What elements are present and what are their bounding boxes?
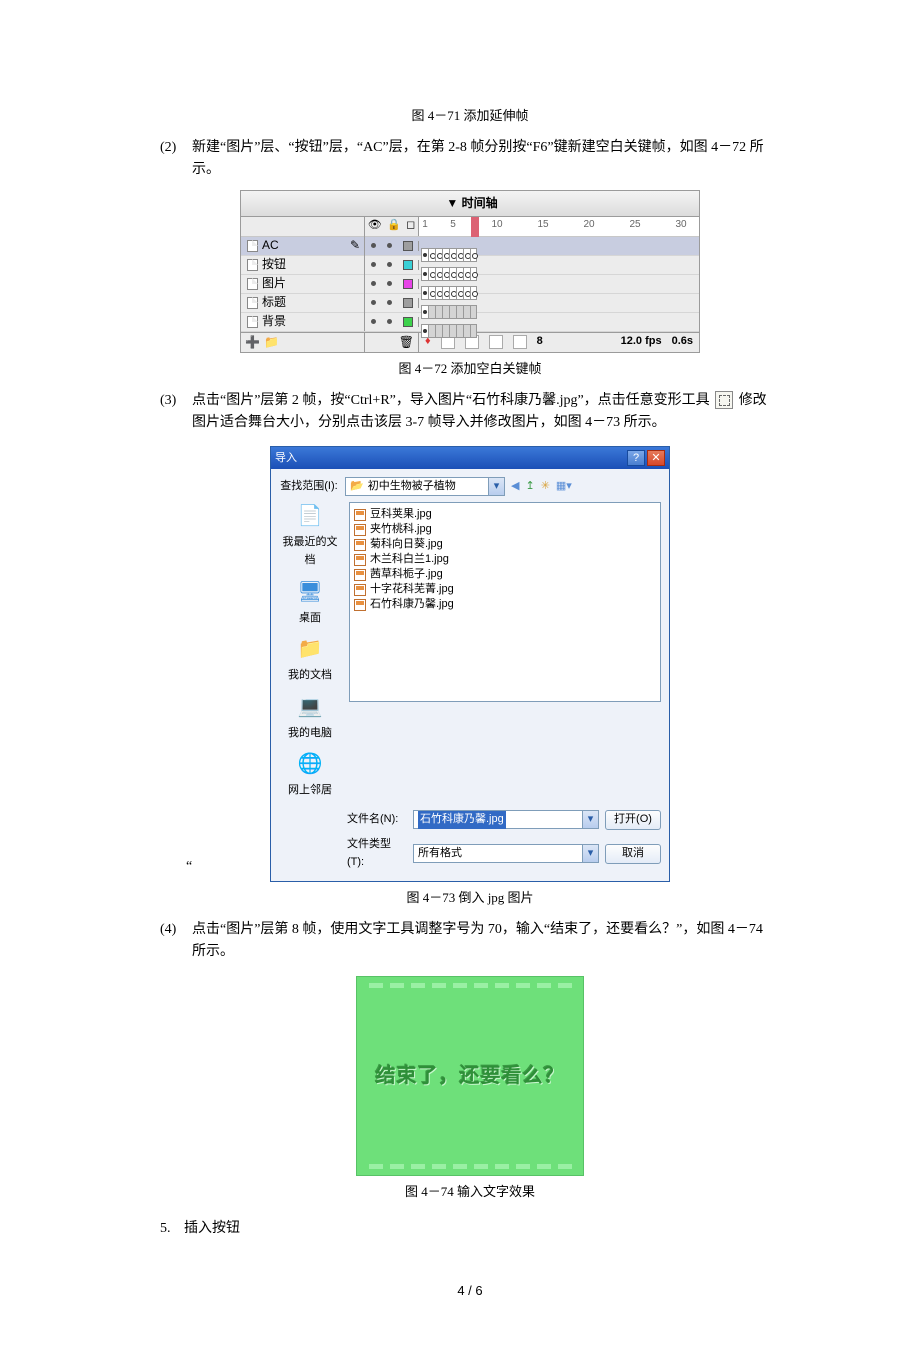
close-button[interactable]: ✕ — [647, 450, 665, 466]
free-transform-tool-icon — [715, 391, 733, 409]
stray-quote: “ — [186, 856, 192, 878]
file-list[interactable]: 豆科荚果.jpg 夹竹桃科.jpg 菊科向日葵.jpg 木兰科白兰1.jpg 茜… — [349, 502, 661, 702]
loop-icon[interactable] — [513, 335, 527, 349]
folder-icon: 📂 — [350, 478, 364, 496]
chevron-down-icon[interactable]: ▾ — [582, 811, 598, 828]
import-dialog: 导入 ? ✕ 查找范围(I): 📂 初中生物被子植物 ▾ ◀ ↥ ✳ ▦▾ 📄 … — [270, 446, 670, 882]
section-num: 5. — [160, 1218, 184, 1240]
places-bar: 📄 我最近的文档 🖥 桌面 📁 我的文档 💻 我的电脑 🌐 网上邻居 — [279, 502, 341, 804]
stage-text: 结束了，还要看么？ — [376, 1060, 565, 1092]
cancel-button[interactable]: 取消 — [605, 844, 661, 864]
back-icon[interactable]: ◀ — [511, 478, 519, 496]
jpg-icon — [354, 569, 366, 581]
step-num: (2) — [160, 137, 192, 182]
playhead-icon[interactable] — [471, 217, 479, 237]
dialog-titlebar[interactable]: 导入 ? ✕ — [271, 447, 669, 469]
timeline-ruler[interactable]: 1 5 10 15 20 25 30 — [419, 217, 699, 237]
filename-label: 文件名(N): — [347, 811, 407, 829]
desktop-icon[interactable]: 🖥 — [294, 578, 326, 606]
jpg-icon — [354, 524, 366, 536]
layer-name: AC — [262, 236, 279, 255]
pencil-icon: ✎ — [350, 236, 360, 255]
jpg-icon — [354, 599, 366, 611]
new-folder-icon[interactable]: 📁 — [264, 333, 279, 352]
step-text: 新建“图片”层、“按钮”层，“AC”层，在第 2-8 帧分别按“F6”键新建空白… — [192, 137, 780, 182]
recent-icon[interactable]: 📄 — [294, 502, 326, 530]
step-4: (4) 点击“图片”层第 8 帧，使用文字工具调整字号为 70，输入“结束了，还… — [160, 919, 780, 964]
new-layer-icon[interactable]: ➕ — [245, 333, 260, 352]
layer-row-ac[interactable]: AC ✎ — [241, 237, 699, 256]
chevron-down-icon[interactable]: ▾ — [582, 845, 598, 862]
section-title: 插入按钮 — [184, 1218, 240, 1240]
eye-icon[interactable]: 👁 — [368, 217, 382, 235]
dialog-title: 导入 — [275, 450, 297, 468]
filetype-combo[interactable]: 所有格式▾ — [413, 844, 599, 863]
fps: 12.0 fps — [621, 333, 662, 351]
open-button[interactable]: 打开(O) — [605, 810, 661, 830]
multi-frame-icon[interactable] — [489, 335, 503, 349]
step-3: (3) 点击“图片”层第 2 帧，按“Ctrl+R”，导入图片“石竹科康乃馨.j… — [160, 390, 780, 435]
help-button[interactable]: ? — [627, 450, 645, 466]
look-in-combo[interactable]: 📂 初中生物被子植物 ▾ — [345, 477, 505, 496]
layer-name: 标题 — [262, 293, 286, 312]
caption-4-72: 图 4－72 添加空白关键帧 — [160, 359, 780, 380]
jpg-icon — [354, 554, 366, 566]
jpg-icon — [354, 539, 366, 551]
timeline-panel: ▼ 时间轴 👁 🔒 ◻ 1 5 10 15 20 25 30 AC ✎ 按钮 — [240, 190, 700, 353]
lock-icon[interactable]: 🔒 — [387, 217, 401, 235]
views-icon[interactable]: ▦▾ — [556, 478, 572, 496]
layer-icon — [247, 240, 258, 252]
layer-name: 图片 — [262, 274, 286, 293]
up-icon[interactable]: ↥ — [525, 478, 534, 496]
layer-name: 按钮 — [262, 255, 286, 274]
step-text: 点击“图片”层第 2 帧，按“Ctrl+R”，导入图片“石竹科康乃馨.jpg”，… — [192, 390, 780, 435]
timeline-column-icons: 👁 🔒 ◻ — [365, 217, 419, 236]
filename-combo[interactable]: 石竹科康乃馨.jpg▾ — [413, 810, 599, 829]
outline-icon[interactable]: ◻ — [406, 217, 415, 235]
stage-preview: 结束了，还要看么？ — [356, 976, 584, 1176]
chevron-down-icon[interactable]: ▾ — [488, 478, 504, 495]
layer-icon — [247, 297, 258, 309]
elapsed-time: 0.6s — [672, 333, 693, 351]
computer-icon[interactable]: 💻 — [294, 693, 326, 721]
step-2: (2) 新建“图片”层、“按钮”层，“AC”层，在第 2-8 帧分别按“F6”键… — [160, 137, 780, 182]
caption-4-71: 图 4－71 添加延伸帧 — [160, 106, 780, 127]
file-item[interactable]: 石竹科康乃馨.jpg — [354, 597, 656, 612]
timeline-header[interactable]: ▼ 时间轴 — [241, 191, 699, 217]
folder-name: 初中生物被子植物 — [368, 478, 456, 496]
look-in-label: 查找范围(I): — [279, 478, 339, 496]
new-folder-icon[interactable]: ✳ — [541, 478, 550, 496]
layer-name: 背景 — [262, 312, 286, 331]
filetype-label: 文件类型(T): — [347, 836, 407, 871]
step-num: (4) — [160, 919, 192, 964]
network-icon[interactable]: 🌐 — [294, 750, 326, 778]
timeline-title: ▼ 时间轴 — [446, 196, 497, 210]
layer-icon — [247, 278, 258, 290]
jpg-icon — [354, 509, 366, 521]
layer-icon — [247, 316, 258, 328]
caption-4-74: 图 4－74 输入文字效果 — [160, 1182, 780, 1203]
step-text: 点击“图片”层第 8 帧，使用文字工具调整字号为 70，输入“结束了，还要看么？… — [192, 919, 780, 964]
jpg-icon — [354, 584, 366, 596]
documents-icon[interactable]: 📁 — [294, 635, 326, 663]
caption-4-73: 图 4－73 倒入 jpg 图片 — [160, 888, 780, 909]
section-5: 5. 插入按钮 — [160, 1218, 780, 1240]
page-footer: 4 / 6 — [160, 1281, 780, 1302]
layer-icon — [247, 259, 258, 271]
current-frame: 8 — [537, 333, 543, 351]
step-num: (3) — [160, 390, 192, 435]
trash-icon[interactable]: 🗑 — [399, 333, 414, 352]
